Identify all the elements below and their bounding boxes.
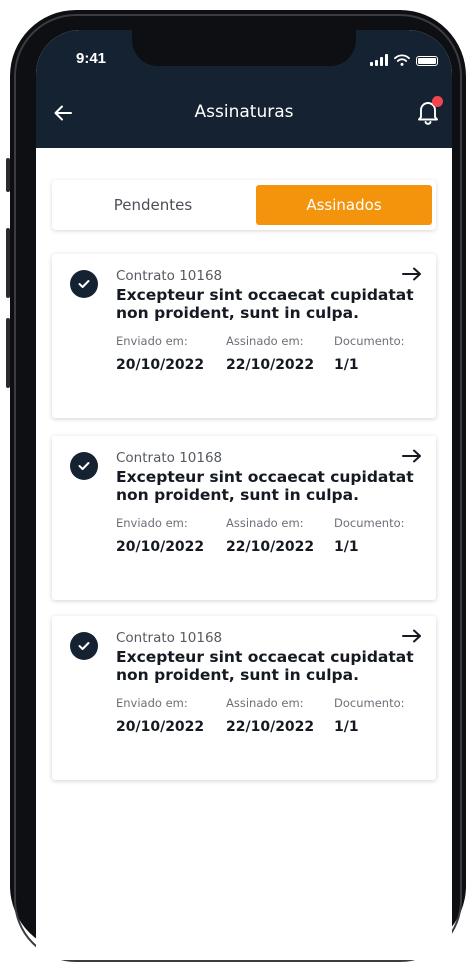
status-time: 9:41 [76,50,107,67]
contract-number: Contrato 10168 [116,630,223,646]
signed-label: Assinado em: [226,334,304,348]
document-field: Documento: 1/1 [334,696,405,735]
tab-bar: Pendentes Assinados [52,180,436,230]
sent-date: 20/10/2022 [116,539,205,555]
signal-icon [370,54,388,66]
sent-field: Enviado em: 20/10/2022 [116,516,204,555]
app-screen: 9:41 Assinaturas Pendentes Assinados Con… [36,30,452,960]
document-field: Documento: 1/1 [334,516,405,555]
document-field: Documento: 1/1 [334,334,405,373]
document-count: 1/1 [334,539,359,555]
wifi-icon [394,54,410,66]
contract-number: Contrato 10168 [116,450,223,466]
sent-label: Enviado em: [116,516,188,530]
signed-label: Assinado em: [226,696,304,710]
contract-number: Contrato 10168 [116,268,223,284]
document-count: 1/1 [334,357,359,373]
contract-title: Excepteur sint occaecat cupidatat non pr… [116,648,414,684]
sent-label: Enviado em: [116,334,188,348]
arrow-right-icon[interactable] [402,628,422,644]
check-circle-icon [70,632,98,660]
contract-card[interactable]: Contrato 10168 Excepteur sint occaecat c… [52,254,436,418]
notification-dot [432,96,443,107]
sent-field: Enviado em: 20/10/2022 [116,334,204,373]
arrow-right-icon[interactable] [402,448,422,464]
battery-icon [416,56,438,66]
status-icons [370,52,438,66]
document-count: 1/1 [334,719,359,735]
signed-field: Assinado em: 22/10/2022 [226,696,314,735]
tab-pendentes[interactable]: Pendentes [56,185,250,225]
sent-date: 20/10/2022 [116,357,205,373]
sent-date: 20/10/2022 [116,719,205,735]
signed-date: 22/10/2022 [226,357,315,373]
arrow-right-icon[interactable] [402,266,422,282]
page-title: Assinaturas [194,102,294,122]
signed-date: 22/10/2022 [226,719,315,735]
contract-card[interactable]: Contrato 10168 Excepteur sint occaecat c… [52,616,436,780]
document-label: Documento: [334,516,405,530]
signed-date: 22/10/2022 [226,539,315,555]
check-circle-icon [70,270,98,298]
document-label: Documento: [334,334,405,348]
contract-title: Excepteur sint occaecat cupidatat non pr… [116,286,414,322]
tab-assinados[interactable]: Assinados [256,185,432,225]
signed-field: Assinado em: 22/10/2022 [226,334,314,373]
document-label: Documento: [334,696,405,710]
signed-label: Assinado em: [226,516,304,530]
phone-notch [132,30,356,66]
app-header: 9:41 Assinaturas [36,30,452,148]
check-circle-icon [70,452,98,480]
sent-field: Enviado em: 20/10/2022 [116,696,204,735]
contract-title: Excepteur sint occaecat cupidatat non pr… [116,468,414,504]
sent-label: Enviado em: [116,696,188,710]
contract-card[interactable]: Contrato 10168 Excepteur sint occaecat c… [52,436,436,600]
signed-field: Assinado em: 22/10/2022 [226,516,314,555]
